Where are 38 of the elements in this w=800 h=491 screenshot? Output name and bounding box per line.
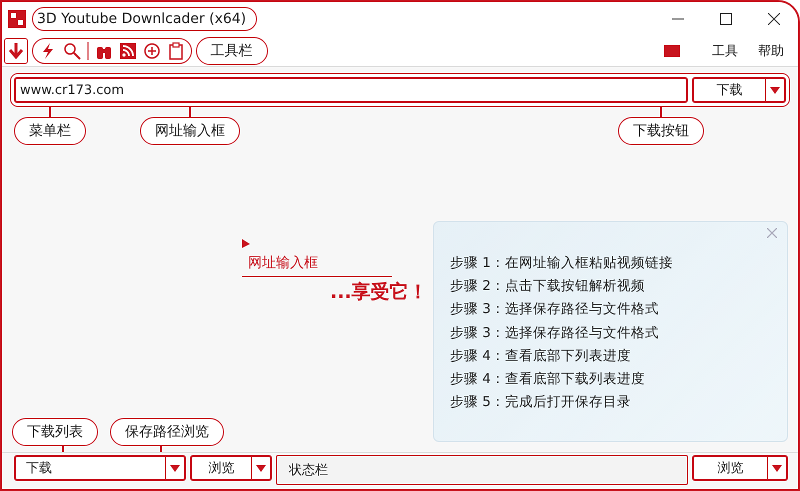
down-arrow-icon [9, 43, 23, 59]
step-text: 步骤 2：点击下载按钮解析视频 [450, 277, 646, 296]
step-text: 步骤 4：查看底部下列表进度 [450, 346, 632, 366]
step-text: 步骤 1：在网址输入框粘贴视频链接 [450, 254, 674, 273]
add-icon[interactable] [142, 42, 160, 60]
callout-label: 保存路径浏览 [110, 418, 224, 446]
step-text: 步骤 3：选择保存路径与文件格式 [450, 324, 660, 343]
slogan: ...享受它！ [330, 280, 428, 305]
step-text: 步骤 3：选择保存路径与文件格式 [450, 300, 660, 320]
callout-label: 菜单栏 [14, 117, 86, 145]
menu-item[interactable]: 帮助 [750, 42, 792, 60]
step-text: 步骤 4：查看底部下载列表进度 [450, 370, 646, 390]
callout-label: 工具栏 [196, 37, 268, 65]
caret-icon [772, 464, 782, 472]
browse-button[interactable]: 浏览 [190, 455, 272, 481]
maximize-icon [720, 13, 732, 25]
app-icon [8, 10, 26, 28]
download-button[interactable] [4, 38, 28, 64]
annotation-text: 网址输入框 [248, 254, 319, 272]
menu-item[interactable]: 工具 [704, 42, 746, 60]
callout-label: 下载列表 [12, 418, 98, 446]
close-icon [768, 13, 780, 25]
clipboard-icon[interactable] [166, 42, 184, 60]
status-bar: 状态栏 [276, 455, 688, 485]
download-list-dropdown[interactable]: 下载 [14, 455, 186, 481]
rss-icon[interactable] [118, 42, 136, 60]
window-title: 3D Youtube Downlcader (x64) [32, 7, 258, 31]
search-icon[interactable] [63, 42, 81, 60]
callout-label: 网址输入框 [140, 117, 240, 145]
browse-button[interactable]: 浏览 [692, 455, 788, 481]
download-dropdown-button[interactable]: 下载 [692, 77, 786, 103]
step-text: 步骤 5：完成后打开保存目录 [450, 393, 632, 412]
caret-icon [770, 86, 780, 94]
caret-icon [256, 464, 266, 472]
callout-label: 下载按钮 [618, 117, 704, 145]
url-field[interactable]: www.cr173.com [14, 77, 688, 103]
triangle-icon [242, 239, 250, 248]
caret-icon [170, 464, 180, 472]
